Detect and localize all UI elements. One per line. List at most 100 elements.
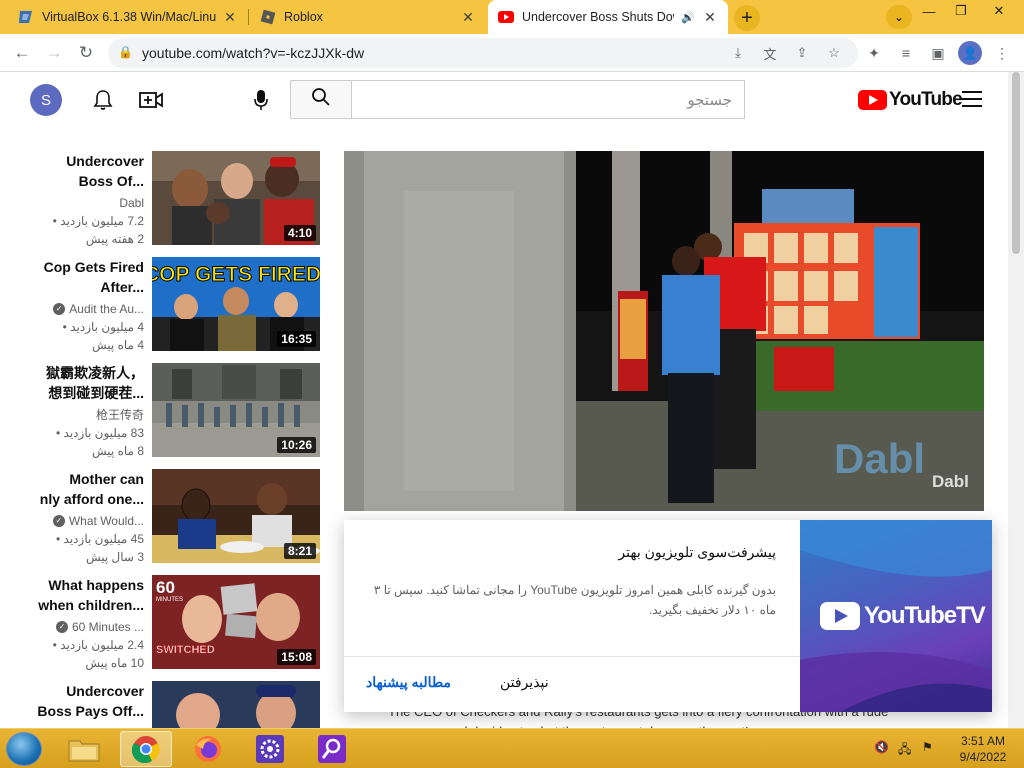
recommendation-item[interactable]: Mother can nly afford one... ✓ What Would… xyxy=(0,469,328,565)
rec-channel[interactable]: 60 Minutes ... xyxy=(72,618,144,636)
voice-search-mic-icon[interactable] xyxy=(248,86,274,114)
address-bar[interactable]: 🔒 youtube.com/watch?v=-kczJJXk-dw ⤓ 文 ⇪ … xyxy=(108,38,858,68)
rec-title[interactable]: Boss Of... xyxy=(0,171,144,191)
restore-window-icon[interactable]: ❐ xyxy=(946,0,976,22)
verified-check-icon: ✓ xyxy=(53,303,66,315)
rec-duration: 8:21 xyxy=(283,543,316,559)
page-scrollbar[interactable] xyxy=(1008,72,1024,728)
search-icon xyxy=(311,87,331,112)
promo-heading: پیشرفت‌سوی تلویزیون بهتر xyxy=(618,544,776,560)
extensions-puzzle-icon[interactable]: ✦ xyxy=(864,43,884,63)
forward-arrow-icon[interactable]: → xyxy=(42,41,66,65)
rec-channel[interactable]: Audit the Au... xyxy=(69,300,144,318)
profile-avatar-icon[interactable]: 👤 xyxy=(958,41,982,65)
tab-youtube-active[interactable]: Undercover Boss Shuts Down 🔊 ✕ xyxy=(488,0,728,34)
rec-title[interactable]: Boss Pays Off... xyxy=(0,701,144,721)
rec-channel[interactable]: 枪王传奇 xyxy=(96,406,144,424)
video-frame: Dabl Dabl xyxy=(344,151,984,511)
search-button[interactable] xyxy=(290,80,352,119)
claim-offer-button[interactable]: مطالبه پیشنهاد xyxy=(366,674,451,691)
notifications-bell-icon[interactable] xyxy=(90,87,116,113)
promo-divider xyxy=(344,656,800,657)
roblox-icon xyxy=(260,9,276,25)
url-text[interactable]: youtube.com/watch?v=-kczJJXk-dw xyxy=(142,45,364,61)
chrome-icon[interactable] xyxy=(120,731,172,767)
speaker-icon[interactable]: 🔊 xyxy=(680,11,696,24)
side-panel-icon[interactable]: ▣ xyxy=(928,43,948,63)
new-tab-button[interactable]: + xyxy=(734,5,760,31)
rec-thumbnail[interactable]: 10:26 xyxy=(152,363,320,457)
magnifier-icon[interactable] xyxy=(306,731,358,767)
action-center-flag-icon[interactable]: ⚑ xyxy=(922,740,933,754)
windows-taskbar: 🔇 🖧 ⚑ 3:51 AM 9/4/2022 xyxy=(0,728,1024,768)
recommendation-item[interactable]: Undercover Boss Of... Dabl 7.2 میلیون با… xyxy=(0,151,328,247)
system-clock[interactable]: 3:51 AM 9/4/2022 xyxy=(954,733,1012,765)
firefox-icon[interactable] xyxy=(182,731,234,767)
bookmark-star-icon[interactable]: ☆ xyxy=(824,44,844,62)
recommendation-item[interactable]: Undercover Boss Pays Off... xyxy=(0,681,328,728)
install-app-icon[interactable]: ⤓ xyxy=(728,44,748,62)
rec-title[interactable]: when children... xyxy=(0,595,144,615)
reload-icon[interactable]: ↻ xyxy=(74,41,98,65)
rec-views: 7.2 میلیون بازدید • xyxy=(52,214,144,228)
search-input[interactable]: جستجو xyxy=(352,80,745,119)
start-orb-icon[interactable] xyxy=(6,732,42,766)
account-avatar[interactable]: S xyxy=(30,84,62,116)
rec-title[interactable]: 獄霸欺凌新人， xyxy=(0,363,144,383)
rec-channel[interactable]: Dabl xyxy=(119,194,144,212)
youtube-tv-logo: YouTubeTV xyxy=(820,602,986,630)
verified-check-icon: ✓ xyxy=(55,621,68,633)
youtube-logo[interactable]: YouTube xyxy=(858,89,963,111)
rec-title[interactable]: nly afford one... xyxy=(0,489,144,509)
menu-hamburger-icon[interactable] xyxy=(962,91,982,107)
more-options-icon[interactable]: ⋮ xyxy=(992,43,1012,63)
youtube-tv-play-icon xyxy=(820,602,860,630)
browser-tab-strip: VirtualBox 6.1.38 Win/Mac/Linux ✕ Roblox… xyxy=(0,0,1024,34)
tab-search-chevron-icon[interactable]: ⌄ xyxy=(886,5,912,29)
settings-icon[interactable] xyxy=(244,731,296,767)
youtube-logo-text: YouTube xyxy=(889,89,963,110)
rec-title[interactable]: Undercover xyxy=(0,151,144,171)
video-player[interactable]: Dabl Dabl xyxy=(344,151,984,511)
media-controls-icon[interactable]: ≡ xyxy=(896,43,916,63)
volume-muted-icon[interactable]: 🔇 xyxy=(874,740,889,754)
decline-offer-button[interactable]: نپذیرفتن xyxy=(500,674,549,691)
close-tab-icon[interactable]: ✕ xyxy=(702,9,718,26)
rec-title[interactable]: After... xyxy=(0,277,144,297)
sixty-minutes-logo: 60 xyxy=(156,578,175,597)
rec-title[interactable]: 想到碰到硬茬... xyxy=(0,383,144,403)
youtube-icon xyxy=(498,9,514,25)
rec-title[interactable]: Cop Gets Fired xyxy=(0,257,144,277)
file-explorer-icon[interactable] xyxy=(58,731,110,767)
scrollbar-thumb[interactable] xyxy=(1012,72,1020,254)
rec-thumbnail[interactable]: 4:10 xyxy=(152,151,320,245)
tab-roblox[interactable]: Roblox ✕ xyxy=(250,0,486,34)
network-icon[interactable]: 🖧 xyxy=(898,740,911,761)
rec-thumbnail[interactable] xyxy=(152,681,320,728)
back-arrow-icon[interactable]: ← xyxy=(10,41,34,65)
rec-thumbnail[interactable]: 60 MINUTES SWITCHED 15:08 xyxy=(152,575,320,669)
rec-age: 8 ماه پیش xyxy=(92,444,144,458)
thumbnail-headline-text: SWITCHED xyxy=(156,644,215,656)
close-tab-icon[interactable]: ✕ xyxy=(460,9,476,26)
close-window-icon[interactable]: ✕ xyxy=(984,0,1014,22)
recommendation-item[interactable]: 獄霸欺凌新人， 想到碰到硬茬... 枪王传奇 83 میلیون بازدید … xyxy=(0,363,328,459)
close-tab-icon[interactable]: ✕ xyxy=(222,9,238,26)
rec-title[interactable]: Undercover xyxy=(0,681,144,701)
recommendation-item[interactable]: Cop Gets Fired After... ✓ Audit the Au...… xyxy=(0,257,328,353)
rec-thumbnail[interactable]: 8:21 xyxy=(152,469,320,563)
recommendation-item[interactable]: What happens when children... ✓ 60 Minute… xyxy=(0,575,328,671)
rec-channel[interactable]: What Would... xyxy=(69,512,144,530)
minimize-window-icon[interactable]: — xyxy=(914,0,944,22)
share-icon[interactable]: ⇪ xyxy=(792,44,812,62)
rec-thumbnail[interactable]: COP GETS FIRED! 16:35 xyxy=(152,257,320,351)
verified-check-icon: ✓ xyxy=(52,515,65,527)
translate-icon[interactable]: 文 xyxy=(760,44,780,62)
rec-duration: 10:26 xyxy=(277,437,316,453)
rec-title[interactable]: Mother can xyxy=(0,469,144,489)
create-video-icon[interactable] xyxy=(138,87,164,113)
lock-icon[interactable]: 🔒 xyxy=(118,45,133,59)
tab-virtualbox[interactable]: VirtualBox 6.1.38 Win/Mac/Linux ✕ xyxy=(8,0,248,34)
rec-title[interactable]: What happens xyxy=(0,575,144,595)
rec-views: 2.4 میلیون بازدید • xyxy=(52,638,144,652)
